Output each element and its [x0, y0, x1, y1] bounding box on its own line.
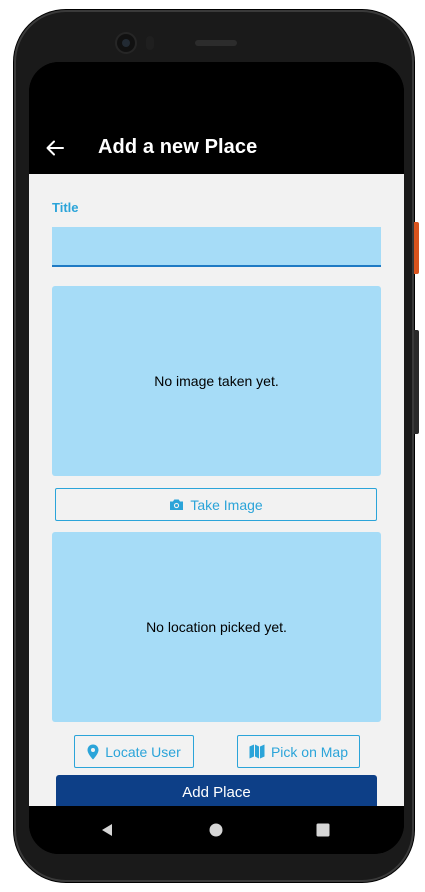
- location-preview-text: No location picked yet.: [146, 619, 287, 635]
- image-preview-text: No image taken yet.: [154, 373, 279, 389]
- nav-recents-square-icon: [316, 823, 330, 837]
- status-bar: [29, 62, 404, 122]
- power-button: [414, 222, 419, 274]
- system-recents-button[interactable]: [311, 818, 335, 842]
- take-image-button[interactable]: Take Image: [55, 488, 377, 521]
- earpiece-speaker: [195, 40, 237, 46]
- proximity-sensor: [146, 36, 154, 50]
- camera-icon: [169, 498, 184, 511]
- nav-home-circle-icon: [209, 823, 223, 837]
- image-preview: No image taken yet.: [52, 286, 381, 476]
- add-place-button[interactable]: Add Place: [56, 775, 377, 806]
- page-title: Add a new Place: [98, 136, 258, 158]
- nav-back-triangle-icon: [100, 823, 114, 837]
- title-field-label: Title: [52, 200, 79, 215]
- add-place-form: Title No image taken yet. Take Image No …: [29, 174, 404, 806]
- location-pin-icon: [87, 744, 99, 760]
- map-icon: [249, 744, 265, 759]
- app-bar: Add a new Place: [29, 122, 404, 174]
- system-nav-bar: [29, 806, 404, 854]
- system-back-button[interactable]: [95, 818, 119, 842]
- locate-user-button[interactable]: Locate User: [74, 735, 194, 768]
- front-camera: [117, 34, 135, 52]
- volume-button: [414, 330, 419, 434]
- pick-on-map-label: Pick on Map: [270, 743, 349, 760]
- locate-user-label: Locate User: [105, 743, 181, 760]
- arrow-left-icon: [46, 140, 64, 156]
- title-input[interactable]: [52, 227, 381, 267]
- back-button[interactable]: [41, 134, 69, 162]
- location-preview: No location picked yet.: [52, 532, 381, 722]
- take-image-label: Take Image: [190, 496, 263, 513]
- pick-on-map-button[interactable]: Pick on Map: [237, 735, 360, 768]
- screen: Add a new Place Title No image taken yet…: [29, 62, 404, 854]
- system-home-button[interactable]: [204, 818, 228, 842]
